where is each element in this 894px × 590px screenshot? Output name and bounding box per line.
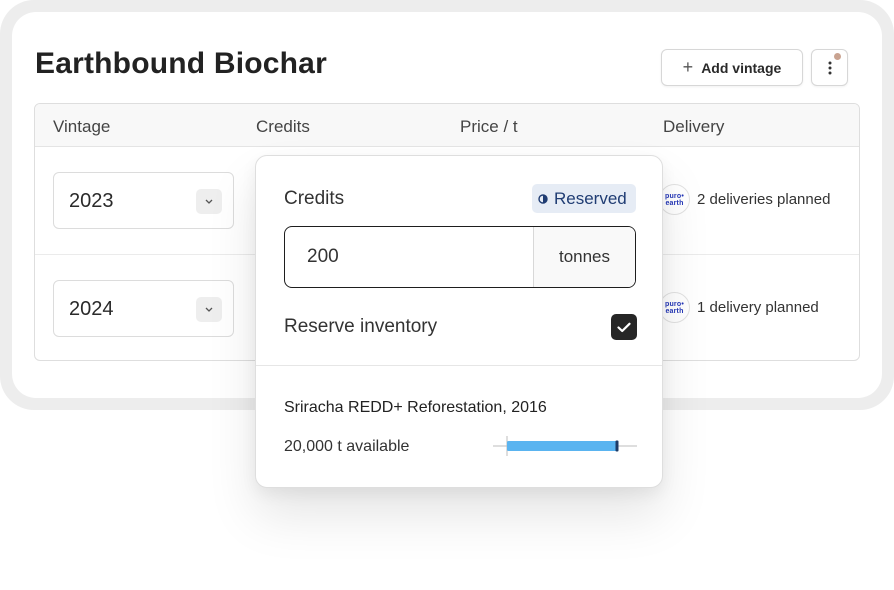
- more-options-button[interactable]: [811, 49, 848, 86]
- reserve-inventory-label: Reserve inventory: [284, 316, 438, 337]
- available-text: 20,000 t available: [284, 438, 410, 455]
- unit-label: tonnes: [533, 227, 635, 287]
- add-vintage-button[interactable]: + Add vintage: [661, 49, 803, 86]
- delivery-info[interactable]: puro• earth 2 deliveries planned: [659, 184, 830, 215]
- puro-earth-logo: puro• earth: [659, 184, 690, 215]
- column-header-delivery: Delivery: [663, 117, 725, 136]
- status-dot-icon: [538, 193, 548, 204]
- status-badge-label: Reserved: [554, 188, 627, 208]
- chevron-down-icon[interactable]: [196, 297, 222, 322]
- availability-bar: [493, 436, 637, 456]
- reserve-inventory-checkbox[interactable]: [611, 314, 637, 340]
- delivery-info[interactable]: puro• earth 1 delivery planned: [659, 292, 819, 323]
- vintage-value: 2024: [69, 298, 114, 320]
- delivery-text: 2 deliveries planned: [697, 191, 831, 208]
- credits-input-group[interactable]: 200 tonnes: [284, 226, 636, 288]
- vintage-select-2023[interactable]: 2023: [53, 172, 234, 229]
- status-badge: Reserved: [532, 184, 636, 213]
- checkmark-icon: [617, 322, 631, 332]
- vintage-select-2024[interactable]: 2024: [53, 280, 234, 337]
- availability-end-marker: [615, 440, 619, 452]
- notification-dot: [834, 53, 841, 60]
- popover-divider: [256, 365, 662, 366]
- credits-input[interactable]: 200: [285, 227, 533, 287]
- availability-fill: [507, 441, 618, 451]
- delivery-text: 1 delivery planned: [697, 299, 819, 316]
- plus-icon: +: [682, 57, 694, 77]
- add-vintage-label: Add vintage: [701, 59, 782, 76]
- puro-earth-logo: puro• earth: [659, 292, 690, 323]
- page-title: Earthbound Biochar: [35, 47, 327, 80]
- column-header-credits: Credits: [256, 117, 310, 136]
- vintage-value: 2023: [69, 190, 114, 212]
- credits-popover: Credits Reserved 200 tonnes Reserve inve…: [255, 155, 663, 488]
- column-header-vintage: Vintage: [53, 117, 111, 136]
- column-header-price: Price / t: [460, 117, 518, 136]
- credits-label: Credits: [284, 188, 345, 209]
- project-name: Sriracha REDD+ Reforestation, 2016: [284, 399, 547, 416]
- more-vertical-icon: [828, 61, 831, 74]
- chevron-down-icon[interactable]: [196, 189, 222, 214]
- table-header: Vintage Credits Price / t Delivery: [35, 104, 859, 147]
